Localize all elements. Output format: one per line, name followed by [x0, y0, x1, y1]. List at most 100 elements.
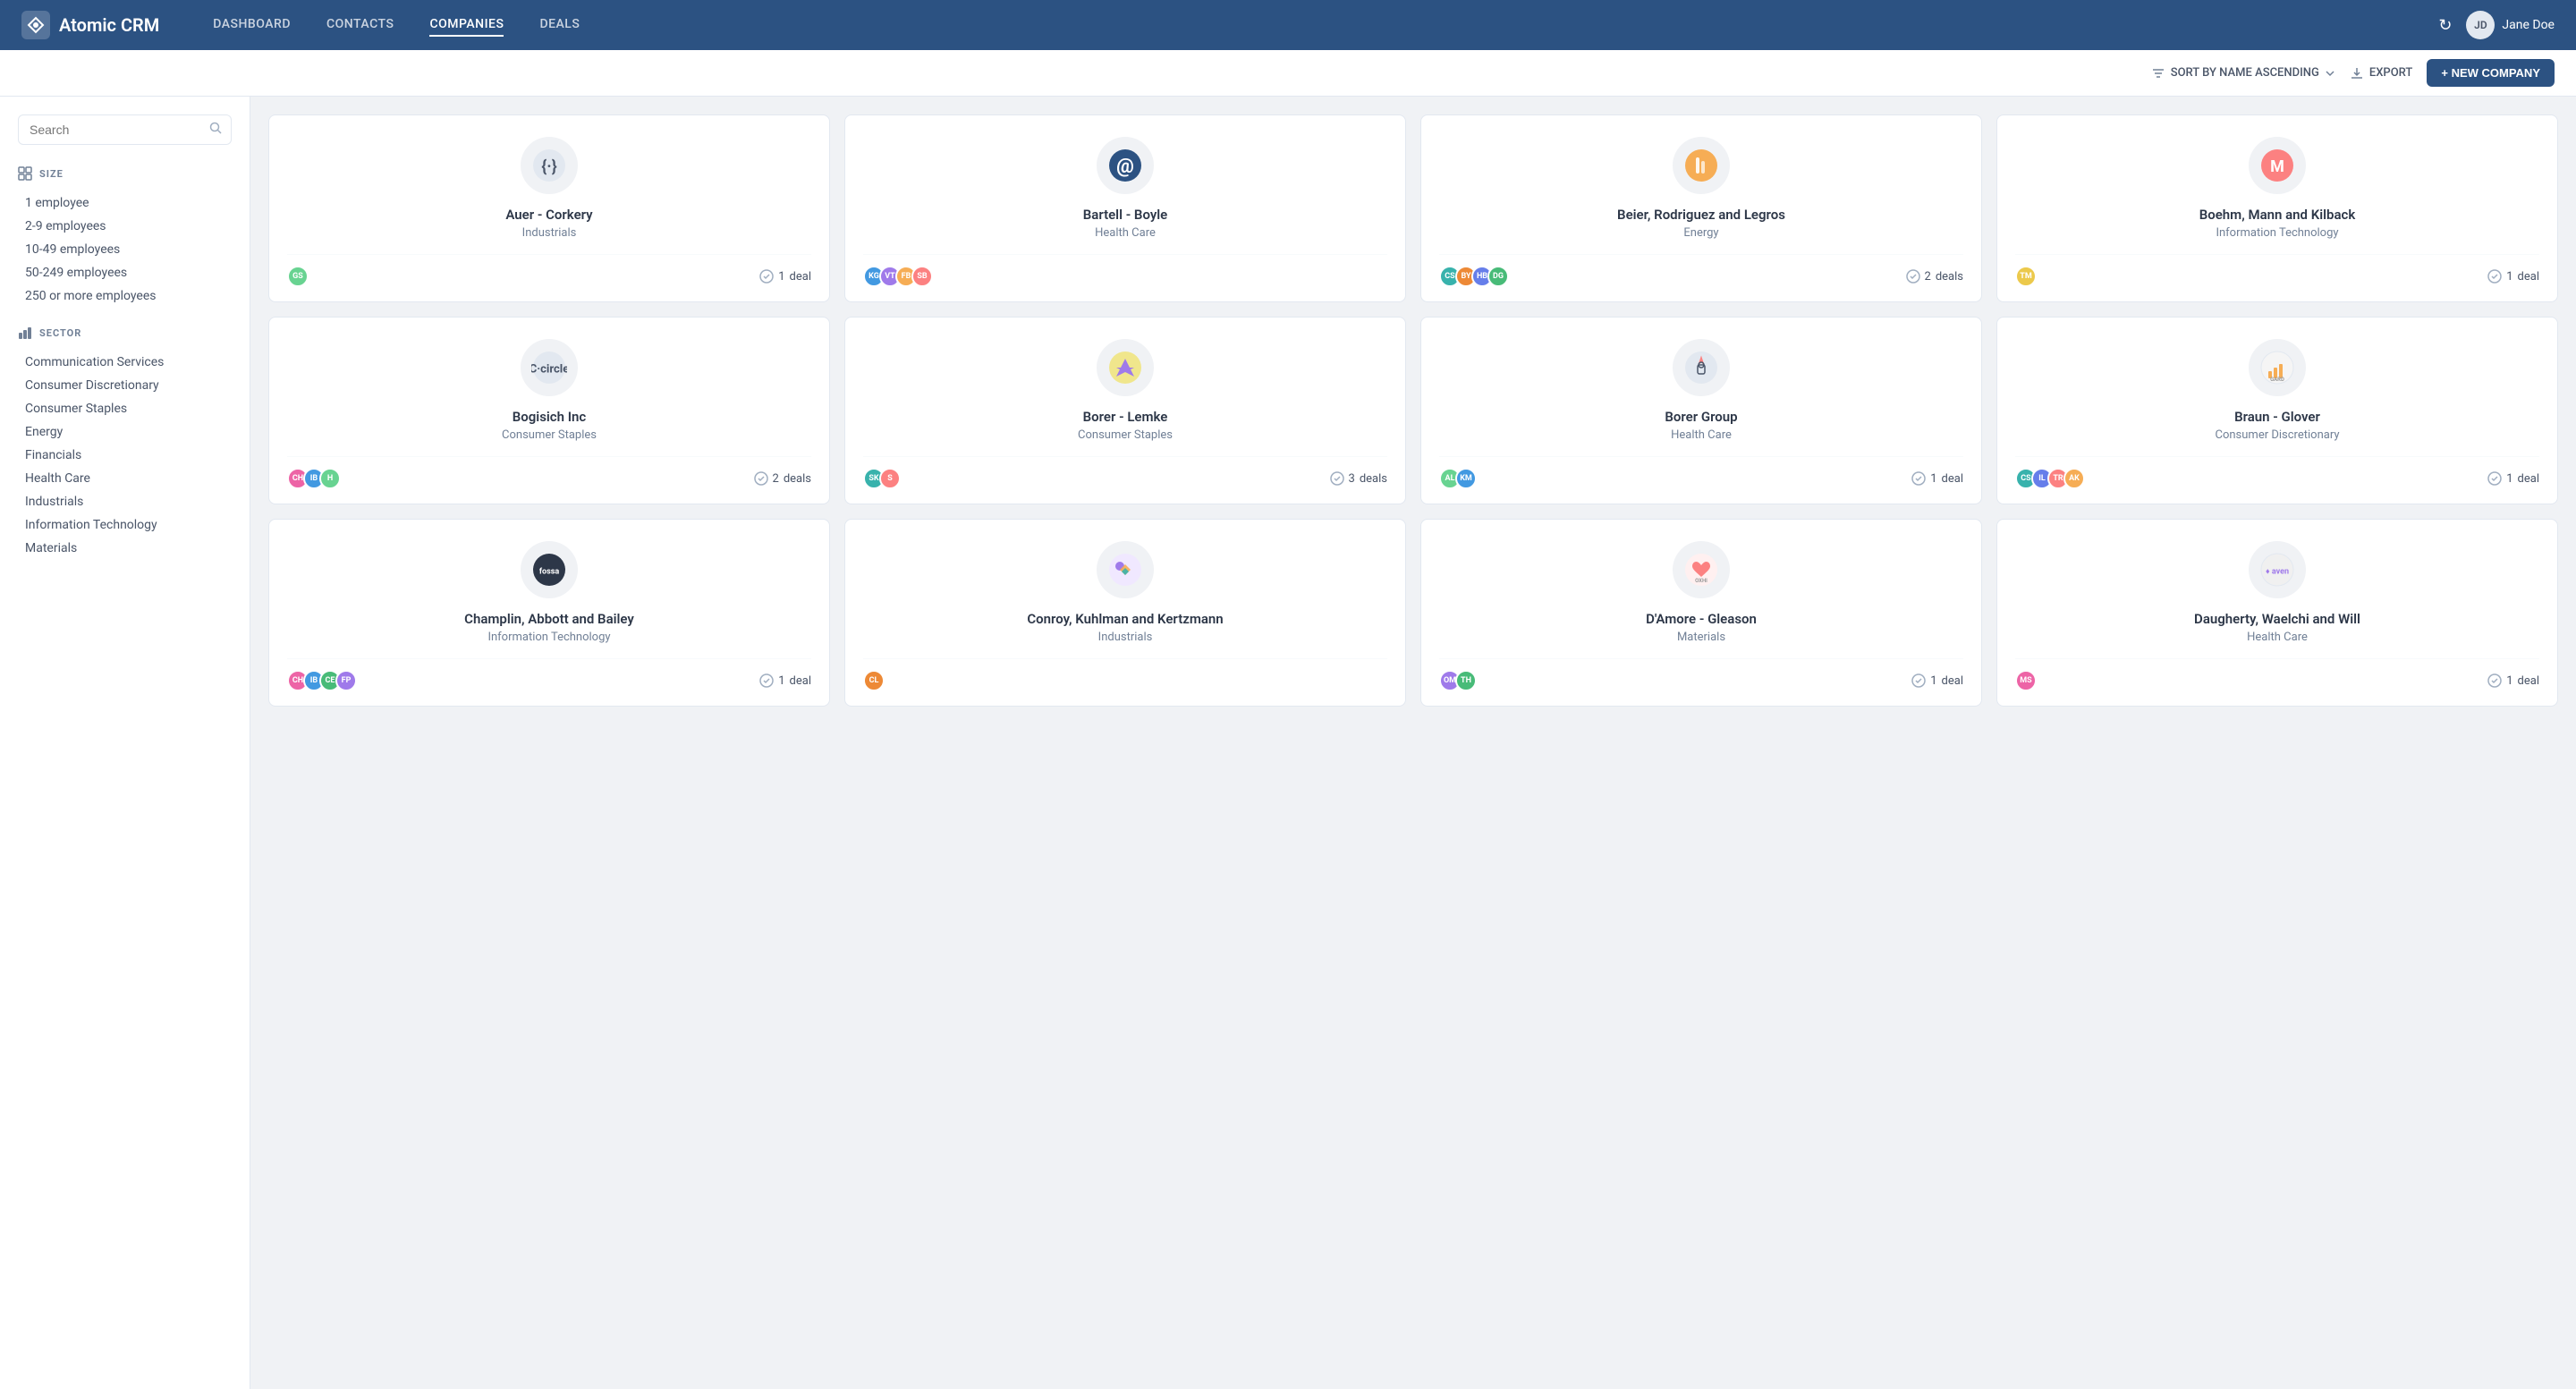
deal-label: deals: [1360, 472, 1387, 486]
company-name: Bartell - Boyle: [1083, 207, 1168, 223]
contact-avatar: TH: [1455, 670, 1477, 691]
search-input[interactable]: [18, 114, 232, 145]
deal-icon: [1906, 269, 1920, 284]
contact-avatar: KM: [1455, 468, 1477, 489]
company-card[interactable]: @Bartell - BoyleHealth CareKGVTFBSB: [844, 114, 1406, 302]
avatar-group: CL: [863, 670, 885, 691]
deal-info: 2 deals: [754, 471, 811, 486]
card-footer: TM 1 deal: [2015, 254, 2539, 287]
sector-consumer-disc[interactable]: Consumer Discretionary: [18, 374, 232, 397]
size-item-1[interactable]: 1 employee: [18, 191, 232, 215]
avatar-group: CSILTRAK: [2015, 468, 2085, 489]
avatar-group: SKS: [863, 468, 901, 489]
company-card[interactable]: ♦ avenDaugherty, Waelchi and WillHealth …: [1996, 519, 2558, 707]
card-footer: KGVTFBSB: [863, 254, 1387, 287]
deal-label: deal: [790, 674, 811, 688]
company-name: Champlin, Abbott and Bailey: [464, 611, 634, 627]
deal-icon: [2487, 471, 2502, 486]
new-company-button[interactable]: + NEW COMPANY: [2427, 59, 2555, 87]
card-footer: SKS 3 deals: [863, 456, 1387, 489]
card-footer: MS 1 deal: [2015, 658, 2539, 691]
user-menu[interactable]: JD Jane Doe: [2466, 11, 2555, 39]
svg-text:fossa: fossa: [539, 567, 560, 576]
size-filter: SIZE 1 employee 2-9 employees 10-49 empl…: [18, 166, 232, 308]
company-card[interactable]: {·}Auer - CorkeryIndustrialsGS 1 deal: [268, 114, 830, 302]
size-item-5[interactable]: 250 or more employees: [18, 284, 232, 308]
size-item-4[interactable]: 50-249 employees: [18, 261, 232, 284]
sector-communication[interactable]: Communication Services: [18, 351, 232, 374]
deal-count: 2: [1925, 270, 1931, 284]
card-footer: CHIBH 2 deals: [287, 456, 811, 489]
companies-grid: {·}Auer - CorkeryIndustrialsGS 1 deal @B…: [250, 97, 2576, 1389]
company-logo: [1097, 541, 1154, 598]
avatar-group: GS: [287, 266, 309, 287]
nav-companies[interactable]: COMPANIES: [429, 13, 504, 37]
sort-label: SORT BY NAME ASCENDING: [2171, 66, 2319, 80]
company-card[interactable]: Beier, Rodriguez and LegrosEnergyCSBYHBD…: [1420, 114, 1982, 302]
contact-avatar: H: [319, 468, 341, 489]
nav-dashboard[interactable]: DASHBOARD: [213, 13, 291, 37]
card-footer: CL: [863, 658, 1387, 691]
toolbar: SORT BY NAME ASCENDING EXPORT + NEW COMP…: [0, 50, 2576, 97]
deal-count: 3: [1349, 472, 1355, 486]
sector-energy[interactable]: Energy: [18, 420, 232, 444]
app-name: Atomic CRM: [59, 14, 159, 36]
nav-deals[interactable]: DEALS: [539, 13, 580, 37]
deal-icon: [759, 269, 774, 284]
svg-text:{·}: {·}: [541, 157, 556, 176]
deal-icon: [2487, 269, 2502, 284]
app-logo[interactable]: Atomic CRM: [21, 11, 159, 39]
card-footer: CSBYHBDG 2 deals: [1439, 254, 1963, 287]
company-card[interactable]: Borer GroupHealth CareALKM 1 deal: [1420, 317, 1982, 504]
deal-label: deal: [2518, 472, 2539, 486]
deal-icon: [1911, 673, 1926, 688]
card-footer: CHIBCEFP 1 deal: [287, 658, 811, 691]
sector-materials[interactable]: Materials: [18, 537, 232, 560]
company-card[interactable]: MBoehm, Mann and KilbackInformation Tech…: [1996, 114, 2558, 302]
sector-industrials[interactable]: Industrials: [18, 490, 232, 513]
header: Atomic CRM DASHBOARD CONTACTS COMPANIES …: [0, 0, 2576, 50]
contact-avatar: AK: [2063, 468, 2085, 489]
company-card[interactable]: OXHID'Amore - GleasonMaterialsOMTH 1 dea…: [1420, 519, 1982, 707]
sector-infotech[interactable]: Information Technology: [18, 513, 232, 537]
avatar-group: MS: [2015, 670, 2037, 691]
company-name: Borer - Lemke: [1083, 409, 1168, 425]
export-button[interactable]: EXPORT: [2350, 66, 2412, 80]
deal-info: 1 deal: [759, 673, 811, 688]
sector-financials[interactable]: Financials: [18, 444, 232, 467]
company-sector: Energy: [1683, 226, 1718, 240]
company-sector: Industrials: [522, 226, 577, 240]
size-item-2[interactable]: 2-9 employees: [18, 215, 232, 238]
deal-info: 3 deals: [1330, 471, 1387, 486]
company-sector: Information Technology: [2216, 226, 2338, 240]
refresh-button[interactable]: ↻: [2438, 16, 2452, 35]
chevron-down-icon: [2325, 68, 2335, 79]
nav-contacts[interactable]: CONTACTS: [326, 13, 394, 37]
sector-health[interactable]: Health Care: [18, 467, 232, 490]
svg-text:C·circle: C·circle: [531, 362, 567, 376]
company-sector: Materials: [1677, 631, 1725, 644]
sort-button[interactable]: SORT BY NAME ASCENDING: [2151, 66, 2335, 80]
company-name: Braun - Glover: [2234, 409, 2320, 425]
company-card[interactable]: Conroy, Kuhlman and KertzmannIndustrials…: [844, 519, 1406, 707]
company-card[interactable]: GARDBraun - GloverConsumer Discretionary…: [1996, 317, 2558, 504]
deal-label: deal: [1942, 674, 1963, 688]
company-card[interactable]: Borer - Lemke Consumer Staples SKS 3 deals: [844, 317, 1406, 504]
size-item-3[interactable]: 10-49 employees: [18, 238, 232, 261]
company-name: Conroy, Kuhlman and Kertzmann: [1027, 611, 1223, 627]
deal-count: 1: [2506, 472, 2512, 486]
company-logo: C·circle: [521, 339, 578, 396]
company-name: Bogisich Inc: [513, 409, 587, 425]
company-logo: M: [2249, 137, 2306, 194]
avatar-group: KGVTFBSB: [863, 266, 933, 287]
card-footer: GS 1 deal: [287, 254, 811, 287]
deal-count: 1: [778, 270, 784, 284]
company-sector: Consumer Staples: [502, 428, 597, 442]
company-card[interactable]: fossaChamplin, Abbott and BaileyInformat…: [268, 519, 830, 707]
company-sector: Consumer Staples: [1078, 428, 1173, 442]
company-card[interactable]: C·circle Bogisich Inc Consumer Staples CHIB…: [268, 317, 830, 504]
deal-label: deals: [1936, 270, 1963, 284]
deal-label: deal: [2518, 674, 2539, 688]
card-footer: CSILTRAK 1 deal: [2015, 456, 2539, 489]
sector-consumer-staples[interactable]: Consumer Staples: [18, 397, 232, 420]
